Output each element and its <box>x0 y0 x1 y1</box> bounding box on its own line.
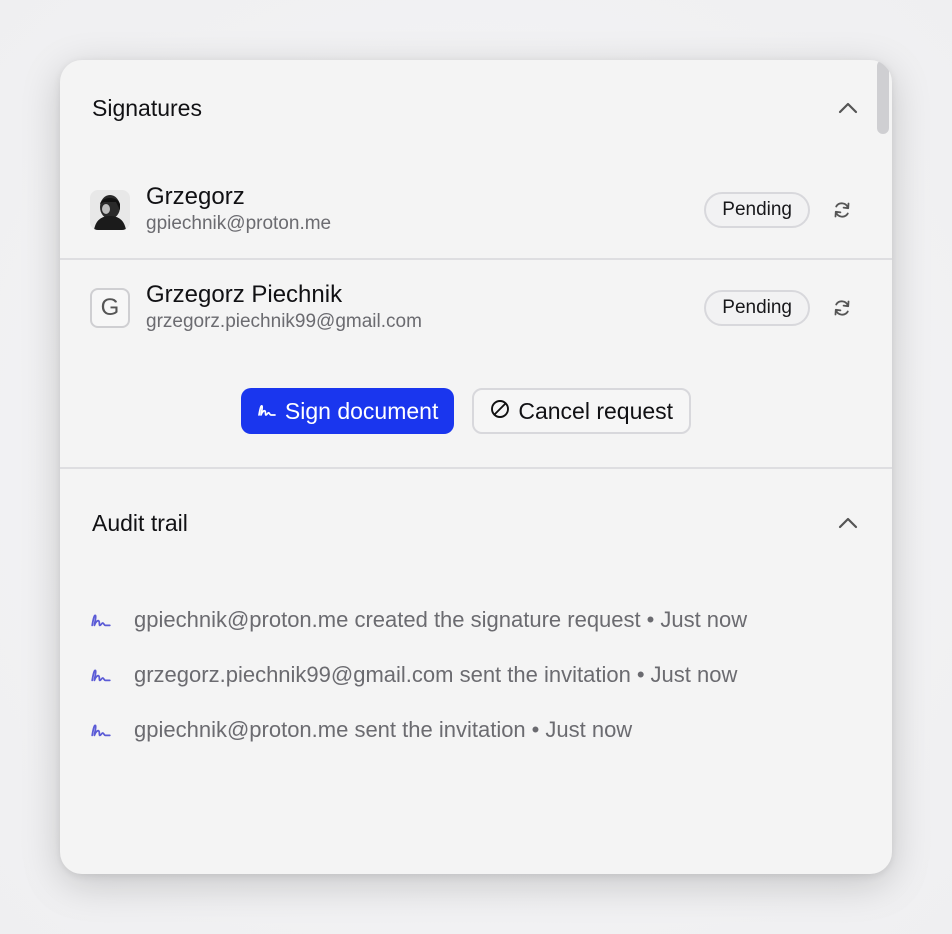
divider <box>60 467 892 469</box>
audit-entry-time: Just now <box>660 607 748 632</box>
avatar <box>90 190 130 230</box>
list-item: grzegorz.piechnik99@gmail.com sent the i… <box>90 662 862 694</box>
background: Signatures Grzegorz gpiechnik@proton.me <box>0 0 952 934</box>
audit-entry: gpiechnik@proton.me created the signatur… <box>134 600 747 639</box>
list-item: gpiechnik@proton.me created the signatur… <box>90 607 862 639</box>
refresh-icon[interactable] <box>830 296 854 320</box>
scrollbar[interactable] <box>876 60 890 136</box>
audit-entry-time: Just now <box>545 717 633 742</box>
signer-email: gpiechnik@proton.me <box>146 213 332 234</box>
signer-info: Grzegorz Piechnik grzegorz.piechnik99@gm… <box>146 281 704 335</box>
audit-trail-header[interactable]: Audit trail <box>92 503 860 543</box>
cancel-request-button[interactable]: Cancel request <box>472 388 692 434</box>
signer-row: Grzegorz gpiechnik@proton.me Pending <box>90 174 860 246</box>
audit-entry-text: grzegorz.piechnik99@gmail.com sent the i… <box>134 662 631 687</box>
audit-list: gpiechnik@proton.me created the signatur… <box>90 607 862 773</box>
signer-email: grzegorz.piechnik99@gmail.com <box>146 311 422 332</box>
avatar: G <box>90 288 130 328</box>
signatures-title: Signatures <box>92 94 202 121</box>
signature-icon <box>90 667 112 689</box>
signature-icon <box>257 398 277 425</box>
chevron-up-icon[interactable] <box>836 96 860 120</box>
signer-info: Grzegorz gpiechnik@proton.me <box>146 183 704 237</box>
signature-actions: Sign document Cancel request <box>60 388 892 434</box>
signer-row: G Grzegorz Piechnik grzegorz.piechnik99@… <box>90 272 860 344</box>
sign-document-label: Sign document <box>284 397 439 424</box>
scrollbar-thumb[interactable] <box>877 60 889 134</box>
separator: • <box>636 662 645 687</box>
audit-entry-text: gpiechnik@proton.me sent the invitation <box>134 717 526 742</box>
refresh-icon[interactable] <box>830 198 854 222</box>
chevron-up-icon[interactable] <box>836 511 860 535</box>
signatures-header[interactable]: Signatures <box>92 88 860 128</box>
status-badge: Pending <box>704 290 810 326</box>
audit-trail-title: Audit trail <box>92 509 188 536</box>
ban-icon <box>490 398 510 425</box>
signature-icon <box>90 722 112 744</box>
status-badge: Pending <box>704 192 810 228</box>
audit-entry-text: gpiechnik@proton.me created the signatur… <box>134 607 641 632</box>
audit-entry: gpiechnik@proton.me sent the invitation •… <box>134 710 632 749</box>
separator: • <box>646 607 655 632</box>
signature-panel: Signatures Grzegorz gpiechnik@proton.me <box>60 60 892 874</box>
separator: • <box>531 717 540 742</box>
audit-entry: grzegorz.piechnik99@gmail.com sent the i… <box>134 655 737 694</box>
divider <box>60 258 892 260</box>
audit-entry-time: Just now <box>650 662 738 687</box>
signature-icon <box>90 612 112 634</box>
signer-name: Grzegorz <box>146 183 245 210</box>
sign-document-button[interactable]: Sign document <box>240 388 455 434</box>
list-item: gpiechnik@proton.me sent the invitation •… <box>90 717 862 749</box>
cancel-request-label: Cancel request <box>518 397 674 424</box>
signer-name: Grzegorz Piechnik <box>146 281 343 308</box>
